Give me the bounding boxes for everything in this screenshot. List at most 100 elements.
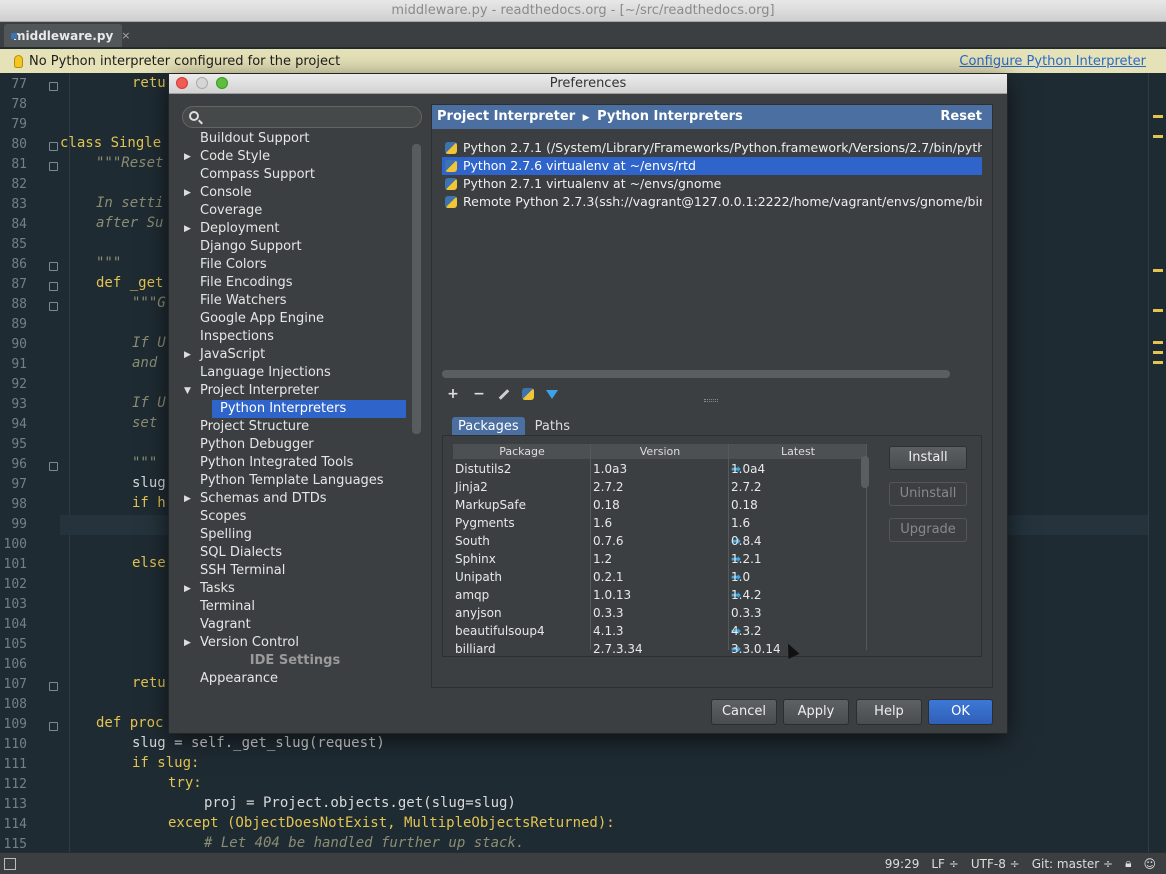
- package-row[interactable]: MarkupSafe 0.18 0.18: [453, 496, 867, 514]
- collapsed-arrow-icon[interactable]: ▶: [184, 580, 191, 598]
- apply-button[interactable]: Apply: [783, 699, 849, 725]
- tree-item[interactable]: File Colors: [182, 256, 408, 274]
- column-header-latest[interactable]: Latest: [729, 444, 867, 459]
- filter-icon[interactable]: [546, 389, 558, 399]
- collapsed-arrow-icon[interactable]: ▶: [184, 634, 191, 652]
- tree-item[interactable]: Vagrant: [182, 616, 408, 634]
- tree-item[interactable]: ▶ Code Style: [182, 148, 408, 166]
- collapsed-arrow-icon[interactable]: ▶: [184, 490, 191, 508]
- tree-item[interactable]: Python Debugger: [182, 436, 408, 454]
- edit-pencil-icon[interactable]: [498, 388, 510, 400]
- tree-item[interactable]: ▶ Tasks: [182, 580, 408, 598]
- tab-middleware-py[interactable]: middleware.py ×: [4, 24, 130, 47]
- tree-item[interactable]: ▶ Deployment: [182, 220, 408, 238]
- cursor-position[interactable]: 99:29: [885, 857, 920, 871]
- tree-item[interactable]: Language Injections: [182, 364, 408, 382]
- tree-item[interactable]: Spelling: [182, 526, 408, 544]
- cancel-button[interactable]: Cancel: [711, 699, 777, 725]
- fold-marker-icon[interactable]: [49, 262, 58, 271]
- fold-marker-icon[interactable]: [49, 82, 58, 91]
- packages-table[interactable]: Package Version Latest Distutils2 1.0a3 ➡ 1…: [453, 444, 867, 656]
- packages-scrollbar[interactable]: [861, 456, 869, 488]
- tree-item[interactable]: Project Structure: [182, 418, 408, 436]
- package-row[interactable]: beautifulsoup4 4.1.3 ➡ 4.3.2: [453, 622, 867, 640]
- tree-item[interactable]: ▶ JavaScript: [182, 346, 408, 364]
- line-separator[interactable]: LF ÷: [931, 857, 958, 871]
- fold-marker-icon[interactable]: [49, 682, 58, 691]
- ok-button[interactable]: OK: [928, 699, 993, 725]
- fold-marker-icon[interactable]: [49, 302, 58, 311]
- inspector-icon[interactable]: ☺︎: [1143, 857, 1156, 871]
- warning-marker[interactable]: [1153, 309, 1163, 312]
- package-row[interactable]: anyjson 0.3.3 0.3.3: [453, 604, 867, 622]
- collapsed-arrow-icon[interactable]: ▶: [184, 220, 191, 238]
- upgrade-button[interactable]: Upgrade: [889, 518, 967, 542]
- package-row[interactable]: Distutils2 1.0a3 ➡ 1.0a4: [453, 460, 867, 478]
- zoom-window-button[interactable]: [216, 77, 228, 89]
- package-row[interactable]: Jinja2 2.7.2 2.7.2: [453, 478, 867, 496]
- tree-item[interactable]: Scopes: [182, 508, 408, 526]
- package-row[interactable]: amqp 1.0.13 ➡ 1.4.2: [453, 586, 867, 604]
- help-button[interactable]: Help: [856, 699, 922, 725]
- tree-item[interactable]: SSH Terminal: [182, 562, 408, 580]
- tree-item[interactable]: Terminal: [182, 598, 408, 616]
- fold-marker-icon[interactable]: [49, 282, 58, 291]
- tree-item[interactable]: Python Interpreters: [212, 400, 406, 418]
- warning-marker[interactable]: [1153, 135, 1163, 138]
- settings-search[interactable]: [182, 106, 422, 128]
- tree-item[interactable]: Compass Support: [182, 166, 408, 184]
- tree-item[interactable]: ▼ Project Interpreter: [182, 382, 408, 400]
- tree-item[interactable]: ▶ Schemas and DTDs: [182, 490, 408, 508]
- remove-interpreter-button[interactable]: −: [472, 386, 486, 402]
- collapsed-arrow-icon[interactable]: ▶: [184, 184, 191, 202]
- warning-marker[interactable]: [1153, 269, 1163, 272]
- package-row[interactable]: South 0.7.6 ➡ 0.8.4: [453, 532, 867, 550]
- close-window-button[interactable]: [176, 77, 188, 89]
- warning-marker[interactable]: [1153, 351, 1163, 354]
- collapsed-arrow-icon[interactable]: ▶: [184, 148, 191, 166]
- tab-packages[interactable]: Packages: [452, 417, 525, 436]
- tree-item[interactable]: Python Integrated Tools: [182, 454, 408, 472]
- tree-item[interactable]: Inspections: [182, 328, 408, 346]
- tree-item[interactable]: Google App Engine: [182, 310, 408, 328]
- collapsed-arrow-icon[interactable]: ▶: [184, 346, 191, 364]
- interpreter-item[interactable]: Python 2.7.6 virtualenv at ~/envs/rtd: [442, 157, 982, 175]
- tree-item[interactable]: Buildout Support: [182, 130, 408, 148]
- close-tab-icon[interactable]: ×: [121, 29, 130, 42]
- warning-marker[interactable]: [1153, 115, 1163, 118]
- tab-paths[interactable]: Paths: [529, 417, 576, 436]
- settings-tree-scrollbar[interactable]: [412, 144, 421, 434]
- toolwindow-toggle-icon[interactable]: [4, 857, 16, 870]
- tree-item[interactable]: File Encodings: [182, 274, 408, 292]
- interpreter-list-hscrollbar[interactable]: [442, 370, 950, 378]
- package-row[interactable]: Sphinx 1.2 ➡ 1.2.1: [453, 550, 867, 568]
- configure-interpreter-link[interactable]: Configure Python Interpreter: [959, 54, 1146, 69]
- package-row[interactable]: billiard 2.7.3.34 ➡ 3.3.0.14: [453, 640, 867, 658]
- tree-item[interactable]: ▶ Console: [182, 184, 408, 202]
- interpreter-item[interactable]: Python 2.7.1 (/System/Library/Frameworks…: [442, 139, 982, 157]
- column-header-version[interactable]: Version: [591, 444, 729, 459]
- minimize-window-button[interactable]: [196, 77, 208, 89]
- tree-item[interactable]: Coverage: [182, 202, 408, 220]
- tree-item[interactable]: SQL Dialects: [182, 544, 408, 562]
- column-header-package[interactable]: Package: [453, 444, 591, 459]
- tree-item[interactable]: ▶ Version Control: [182, 634, 408, 652]
- settings-search-input[interactable]: [205, 109, 415, 125]
- expanded-arrow-icon[interactable]: ▼: [184, 382, 191, 400]
- package-row[interactable]: Unipath 0.2.1 ➡ 1.0: [453, 568, 867, 586]
- file-encoding[interactable]: UTF-8 ÷: [971, 857, 1020, 871]
- install-button[interactable]: Install: [889, 446, 967, 470]
- fold-marker-icon[interactable]: [49, 462, 58, 471]
- interpreter-item[interactable]: Remote Python 2.7.3(ssh://vagrant@127.0.…: [442, 193, 982, 211]
- fold-marker-icon[interactable]: [49, 722, 58, 731]
- warning-marker[interactable]: [1153, 361, 1163, 364]
- fold-marker-icon[interactable]: [49, 162, 58, 171]
- fold-marker-icon[interactable]: [49, 142, 58, 151]
- tree-item[interactable]: Django Support: [182, 238, 408, 256]
- add-interpreter-button[interactable]: +: [446, 386, 460, 402]
- panel-splitter[interactable]: [704, 399, 718, 402]
- tree-item[interactable]: File Watchers: [182, 292, 408, 310]
- reset-link[interactable]: Reset: [940, 105, 982, 129]
- tree-item[interactable]: Appearance: [182, 670, 408, 688]
- python-icon[interactable]: [522, 388, 534, 400]
